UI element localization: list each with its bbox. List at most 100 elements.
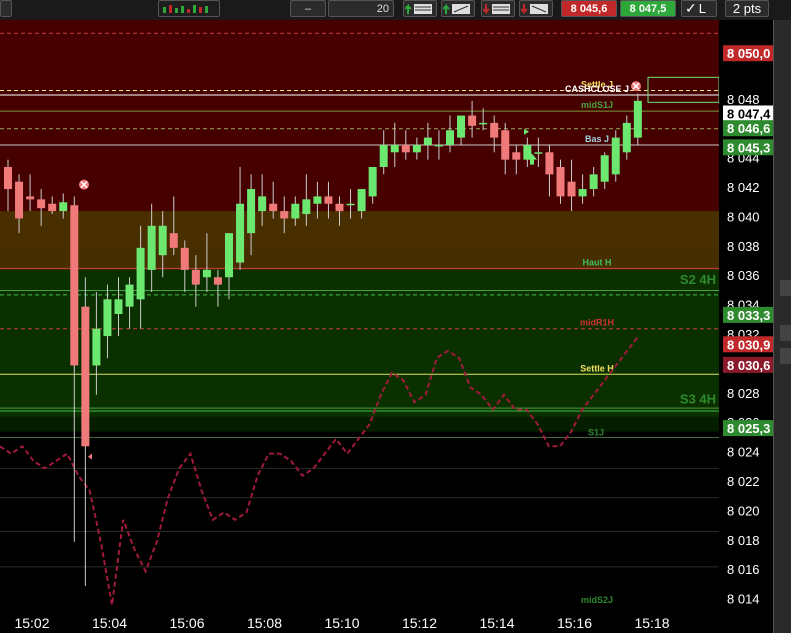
level-inline-label: S3 4H [680,391,716,406]
candle-body[interactable] [26,196,35,200]
candle-body[interactable] [545,152,554,175]
time-axis[interactable]: 15:02 15:04 15:06 15:08 15:10 15:12 15:14 15:16… [0,608,719,633]
checkmark-icon: ✓ [685,0,697,16]
price-tag-label: 8 050,0 [727,46,770,61]
candle-body[interactable] [578,189,587,197]
minus-icon: – [304,2,312,15]
time-tick-label: 15:12 [402,615,437,631]
price-chart[interactable]: Settle JCASHCLOSE JmidS1JBas JHaut HmidR… [0,20,719,608]
candle-body[interactable] [81,306,90,447]
buy-price-label: 8 047,5 [629,2,667,15]
candle-body[interactable] [457,115,466,138]
candle-body[interactable] [556,167,565,197]
candle-body[interactable] [401,144,410,153]
candle-body[interactable] [225,233,233,278]
sell-price-label: 8 045,6 [570,2,608,15]
candle-body[interactable] [92,328,101,366]
candle-body[interactable] [313,196,322,204]
candle-body[interactable] [622,122,631,153]
candle-body[interactable] [346,203,355,206]
candle-body[interactable] [335,203,344,212]
scroll-handle-bottom[interactable] [780,348,791,364]
candle-body[interactable] [280,211,289,219]
points-label: 2 pts [732,1,762,16]
candle-body[interactable] [368,167,377,197]
candle-body[interactable] [37,199,46,209]
candle-body[interactable] [379,144,388,167]
candle-body[interactable] [589,174,598,190]
points-selector[interactable]: 2 pts [725,0,769,17]
candle-body[interactable] [236,203,245,263]
buy-limit-button[interactable] [403,0,437,17]
level-inline-label: midS2J [581,595,613,605]
candle-body[interactable] [479,122,488,125]
level-label: midR1H [580,318,614,328]
candle-body[interactable] [434,144,443,147]
zone-band [0,416,719,432]
mini-chart-thumbnail[interactable] [158,0,220,17]
candle-body[interactable] [446,130,454,145]
sell-stop-button[interactable] [519,0,553,17]
price-axis[interactable]: 8 0148 0168 0188 0208 0228 0248 0268 028… [719,20,773,633]
candle-body[interactable] [468,115,477,126]
sell-price-button[interactable]: 8 045,6 [561,0,617,17]
scroll-handle-top[interactable] [780,280,791,296]
candle-body[interactable] [512,152,521,160]
price-tick-label: 8 014 [727,592,760,607]
scroll-handle-middle[interactable] [780,325,791,341]
candle-body[interactable] [269,203,278,212]
arrow-down-order-icon [483,3,510,14]
candle-body[interactable] [611,137,620,175]
mini-chart-icon [163,4,208,13]
qty-stepper-minus[interactable]: – [290,0,326,17]
candle-body[interactable] [600,155,609,182]
price-tag-label: 8 025,3 [727,421,770,436]
price-tick-label: 8 042 [727,180,760,195]
candle-body[interactable] [534,152,543,154]
buy-price-button[interactable]: 8 047,5 [620,0,676,17]
time-tick-label: 15:08 [247,615,282,631]
candle-body[interactable] [136,247,145,300]
price-tag-label: 8 045,3 [727,140,770,155]
arrow-up-order-icon [405,3,432,14]
sell-limit-button[interactable] [481,0,515,17]
candle-body[interactable] [70,205,79,366]
candle-body[interactable] [324,196,333,204]
quantity-field[interactable]: 20 [328,0,394,17]
candle-body[interactable] [169,233,178,248]
candle-body[interactable] [390,144,399,153]
candle-body[interactable] [633,100,642,138]
candle-body[interactable] [423,137,432,145]
candle-body[interactable] [4,167,12,190]
candle-body[interactable] [147,225,156,270]
candle-body[interactable] [15,181,24,219]
candle-body[interactable] [48,203,57,212]
level-label: Settle H [580,363,614,373]
candle-body[interactable] [302,199,311,215]
right-side-panel [773,20,791,633]
candle-body[interactable] [291,203,300,219]
candle-body[interactable] [357,189,366,212]
candle-body[interactable] [213,277,222,285]
candle-body[interactable] [191,269,200,285]
candle-body[interactable] [180,247,189,270]
toolbar-left-stub [0,0,12,17]
candle-body[interactable] [202,269,211,278]
candle-body[interactable] [158,225,167,256]
candle-body[interactable] [412,144,421,153]
candle-body[interactable] [125,284,134,307]
level-inline-label: S1J [588,428,604,438]
candle-body[interactable] [247,189,256,234]
time-tick-label: 15:06 [169,615,204,631]
candle-body[interactable] [258,196,267,212]
time-tick-label: 15:18 [634,615,669,631]
price-tag-label: 8 030,9 [727,337,770,352]
candle-body[interactable] [114,299,123,314]
candle-body[interactable] [567,181,576,197]
candle-body[interactable] [501,130,510,160]
link-toggle-checkbox[interactable]: ✓ L [681,0,717,17]
buy-stop-button[interactable] [441,0,475,17]
candle-body[interactable] [59,202,68,212]
candle-body[interactable] [103,299,112,337]
candle-body[interactable] [490,122,499,138]
